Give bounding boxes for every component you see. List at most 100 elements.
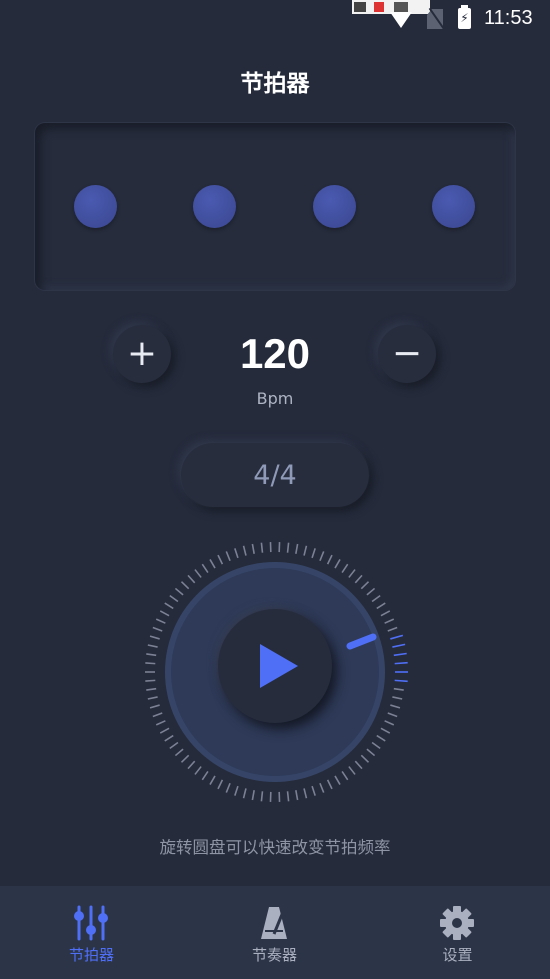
bpm-value: 120	[239, 330, 311, 377]
dial-tick	[348, 766, 356, 775]
dial-tick	[174, 748, 184, 757]
dial-tick	[341, 771, 349, 781]
dial-tick	[152, 712, 163, 718]
dial-tick	[394, 661, 408, 665]
dial-tick	[145, 662, 156, 665]
dial-tick	[376, 734, 386, 742]
dial-tick	[311, 548, 316, 559]
dial-tick	[366, 587, 376, 596]
tab-rhythm[interactable]: 节奏器	[183, 886, 366, 979]
metronome-icon	[261, 907, 287, 939]
dial-tick	[234, 548, 239, 559]
dial-tick	[354, 760, 363, 770]
dial-tick	[303, 788, 308, 799]
gear-icon	[440, 906, 474, 940]
status-time: 11:53	[484, 7, 533, 29]
dial-tick	[371, 741, 381, 750]
dial-tick	[251, 543, 255, 554]
dial-tick	[295, 543, 299, 554]
dial-tick	[169, 594, 179, 603]
time-signature-button[interactable]: 4/4	[181, 443, 369, 507]
dial-tick	[390, 704, 401, 709]
dial-tick	[360, 754, 370, 763]
dial-tick	[180, 754, 190, 763]
tempo-dial[interactable]	[140, 537, 410, 807]
dial-hint-text: 旋转圆盘可以快速改变节拍频率	[159, 838, 391, 857]
dial-tick	[376, 602, 386, 610]
dial-tick	[295, 790, 299, 801]
tab-metronome[interactable]: 节拍器	[0, 886, 183, 979]
battery-charging-icon	[458, 5, 471, 29]
dial-tick	[393, 652, 407, 657]
dial-tick	[334, 775, 341, 785]
dial-tick	[380, 610, 391, 617]
dial-tick	[234, 785, 239, 796]
dial-tick	[326, 554, 333, 565]
dial-tick	[384, 618, 395, 624]
keyboard-icon	[394, 2, 408, 12]
tab-settings[interactable]: 设置	[366, 886, 549, 979]
dial-tick	[155, 720, 166, 726]
plus-icon: +	[126, 333, 158, 374]
dial-tick	[149, 704, 160, 709]
dial-tick	[194, 569, 202, 578]
dial-tick	[242, 788, 247, 799]
play-button[interactable]	[218, 609, 332, 723]
dial-tick	[286, 791, 290, 802]
dial-tick	[387, 626, 398, 632]
dial-tick	[201, 771, 209, 781]
dial-tick	[326, 779, 333, 790]
play-icon	[260, 644, 298, 688]
dial-tick	[147, 644, 158, 648]
dial-tick	[209, 775, 216, 785]
dial-tick	[392, 643, 406, 648]
dial-tick	[392, 696, 403, 700]
dial-tick	[371, 594, 381, 603]
dial-tick	[341, 563, 349, 573]
dial-tick	[303, 545, 308, 556]
dial-tick	[319, 551, 325, 562]
dial-tick	[354, 574, 363, 584]
tab-label-settings: 设置	[442, 946, 473, 964]
dial-tick	[155, 618, 166, 624]
dial-tick	[260, 542, 264, 553]
dial-tick	[360, 581, 370, 590]
dial-tick	[201, 563, 209, 573]
dial-tick	[169, 741, 179, 750]
beat-indicator-panel	[35, 123, 515, 290]
dial-tick	[149, 635, 160, 640]
dial-tick	[187, 574, 196, 584]
bpm-unit: Bpm	[256, 389, 294, 408]
dial-tick	[311, 785, 316, 796]
dial-tick	[393, 687, 404, 691]
dial-tick	[319, 782, 325, 793]
tab-label-rhythm: 节奏器	[251, 946, 297, 964]
dial-tick	[164, 602, 174, 610]
decrease-bpm-button[interactable]: −	[378, 325, 436, 383]
dial-tick	[209, 559, 216, 569]
dial-tick	[380, 727, 391, 734]
status-bar: 11:53	[0, 0, 550, 38]
dial-tick	[387, 712, 398, 718]
dial-tick	[225, 782, 231, 793]
dial-tick	[390, 634, 404, 640]
beat-dot-2	[193, 185, 236, 228]
dial-tick	[174, 587, 184, 596]
dial-tick	[145, 679, 156, 682]
page-title: 节拍器	[240, 71, 310, 97]
dial-tick	[159, 610, 170, 617]
dial-tick	[394, 679, 408, 683]
increase-bpm-button[interactable]: +	[113, 325, 171, 383]
dial-tick	[225, 551, 231, 562]
dial-tick	[152, 626, 163, 632]
dial-tick	[286, 542, 290, 553]
time-signature-label: 4/4	[253, 459, 297, 491]
dial-tick	[146, 687, 157, 691]
app-notification-icon	[374, 2, 384, 12]
dial-tick	[384, 720, 395, 726]
grid-icon	[354, 2, 366, 12]
dial-tick	[159, 727, 170, 734]
dial-tick	[146, 653, 157, 657]
beat-dot-4	[432, 185, 475, 228]
dial-tick	[180, 581, 190, 590]
